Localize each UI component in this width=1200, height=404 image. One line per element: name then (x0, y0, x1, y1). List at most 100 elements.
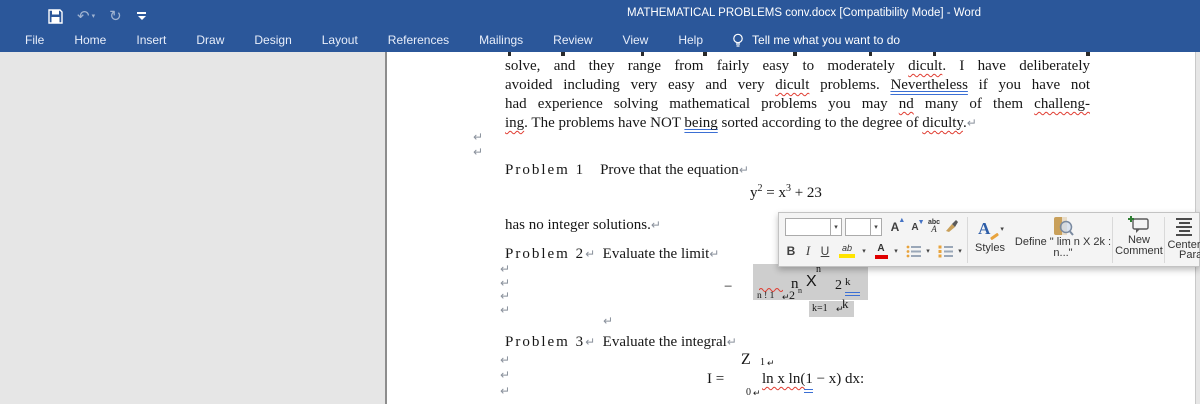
font-color-button[interactable]: A (872, 241, 890, 261)
qat-customize-icon (136, 11, 147, 21)
center-align-icon (1176, 218, 1192, 236)
paragraph-line: avoided including very easy and very dic… (505, 76, 1090, 95)
window-title: MATHEMATICAL PROBLEMS conv.docx [Compati… (627, 7, 982, 19)
font-name-select[interactable]: ▾ (785, 218, 842, 236)
qat-customize-button[interactable] (136, 11, 147, 21)
formula2-two-n-base: 2 (789, 288, 795, 302)
paragraph-mark: ↵ (500, 262, 511, 276)
tab-help[interactable]: Help (663, 31, 718, 49)
chevron-down-icon: ▾ (958, 248, 962, 255)
formula2-minus: − (724, 279, 733, 295)
grammar-mark (804, 389, 813, 393)
paragraph-mark: ↵ (500, 368, 511, 382)
tell-me-button[interactable]: Tell me what you want to do (732, 33, 900, 48)
save-button[interactable] (48, 8, 63, 24)
numbering-caret[interactable]: ▾ (955, 243, 965, 259)
problem2-heading: Problem 2↵ Evaluate the limit↵ (505, 245, 719, 264)
formula3-upper-limit: 1 (760, 357, 765, 368)
define-button[interactable]: Define " lim n X 2k : n..." (1015, 214, 1111, 266)
change-case-button[interactable]: abc A (925, 216, 943, 236)
problem3-heading: Problem 3↵ Evaluate the integral↵ (505, 333, 737, 352)
paragraph-mark: ↵ (603, 314, 614, 328)
tab-mailings[interactable]: Mailings (464, 31, 538, 49)
problem1-tail: has no integer solutions.↵ (505, 216, 661, 235)
bold-button[interactable]: B (783, 242, 799, 260)
numbering-button[interactable] (936, 242, 954, 260)
paragraph-mark: ↵ (500, 276, 511, 290)
format-painter-button[interactable] (942, 217, 960, 235)
tab-home[interactable]: Home (59, 31, 121, 49)
paragraph-mark: ↵ (585, 335, 596, 349)
text-segment: sorted according to the degree of (717, 115, 923, 131)
new-comment-icon (1128, 216, 1149, 233)
tab-design[interactable]: Design (239, 31, 306, 49)
toolbar-divider (967, 217, 968, 263)
text-segment: = x (762, 185, 786, 201)
font-color-icon: A (874, 243, 888, 259)
paragraph-mark: ↵ (500, 353, 511, 367)
problem1-heading: Problem 1 Prove that the equation↵ (505, 161, 749, 180)
text-segment: problems. (809, 77, 891, 93)
lightbulb-icon (733, 33, 743, 47)
redo-button[interactable]: ↻ (109, 9, 122, 24)
text-segment: has no integer solutions. (505, 217, 651, 233)
grow-font-button[interactable]: A ▲ (886, 217, 906, 236)
ribbon-tabs: File Home Insert Draw Design Layout Refe… (10, 30, 900, 50)
paragraph-mark: ↵ (585, 247, 596, 261)
new-comment-button[interactable]: New Comment (1115, 214, 1163, 266)
define-label-line2: n..." (1053, 247, 1073, 259)
paragraph-mark: ↵ (709, 247, 720, 261)
chevron-down-icon: ▾ (870, 219, 881, 235)
text-segment: diculty (922, 115, 963, 131)
underline-button[interactable]: U (817, 242, 833, 260)
undo-button[interactable]: ↶ ▾ (77, 9, 95, 24)
paragraph-mark: ↵ (500, 289, 511, 303)
text-segment: 1 − x) dx: (805, 371, 865, 387)
tell-me-label: Tell me what you want to do (752, 33, 901, 47)
tab-references[interactable]: References (373, 31, 464, 49)
text-segment: Problem 2 (505, 246, 586, 262)
text-highlight-caret[interactable]: ▾ (859, 243, 869, 259)
bullets-button[interactable] (904, 242, 922, 260)
paragraph-mark: ↵ (500, 384, 511, 398)
font-color-caret[interactable]: ▾ (891, 243, 901, 259)
styles-icon: A (978, 219, 1000, 241)
text-segment: many of them (913, 96, 1035, 112)
text-segment: being (684, 115, 718, 131)
formula3-lhs: I = (707, 371, 725, 387)
para-label: Para (1179, 249, 1200, 261)
titlebar: ↶ ▾ ↻ MATHEMATICAL PROBLEMS conv.docx [C… (0, 0, 1200, 52)
shrink-font-button[interactable]: A ▼ (906, 218, 924, 236)
italic-button[interactable]: I (802, 242, 814, 260)
text-segment: if you have not (967, 77, 1091, 93)
redo-icon: ↻ (109, 7, 122, 25)
text-segment: Problem 1 (505, 162, 586, 178)
text-segment: nd (898, 96, 914, 112)
tab-file[interactable]: File (10, 31, 59, 49)
tab-insert[interactable]: Insert (121, 31, 181, 49)
text-segment: + 23 (790, 185, 822, 201)
text-segment: had experience solving mathematical prob… (505, 96, 899, 112)
chevron-down-icon: ▾ (1000, 226, 1004, 233)
bullets-caret[interactable]: ▾ (923, 243, 933, 259)
save-icon (48, 8, 63, 24)
tab-layout[interactable]: Layout (307, 31, 373, 49)
text-segment: Problem 3 (505, 334, 586, 350)
format-painter-icon (945, 220, 958, 232)
tab-draw[interactable]: Draw (181, 31, 239, 49)
text-highlight-icon: ab (839, 244, 855, 258)
text-segment: Evaluate the limit (595, 246, 710, 262)
paragraph-mark: ↵ (753, 388, 761, 398)
text-segment: Prove that the equation (600, 162, 739, 178)
styles-button[interactable]: A ▾ (972, 216, 1010, 242)
tab-review[interactable]: Review (538, 31, 607, 49)
toolbar-divider (1164, 217, 1165, 263)
chevron-down-icon: ▾ (830, 219, 841, 235)
paragraph-mark: ↵ (473, 130, 484, 144)
text-highlight-button[interactable]: ab (837, 241, 857, 261)
font-size-select[interactable]: ▾ (845, 218, 882, 236)
problem1-equation: y2 = x3 + 23 (750, 184, 822, 203)
tab-view[interactable]: View (608, 31, 664, 49)
grammar-mark (845, 292, 860, 296)
formula3-lower-limit: 0 (746, 387, 751, 398)
